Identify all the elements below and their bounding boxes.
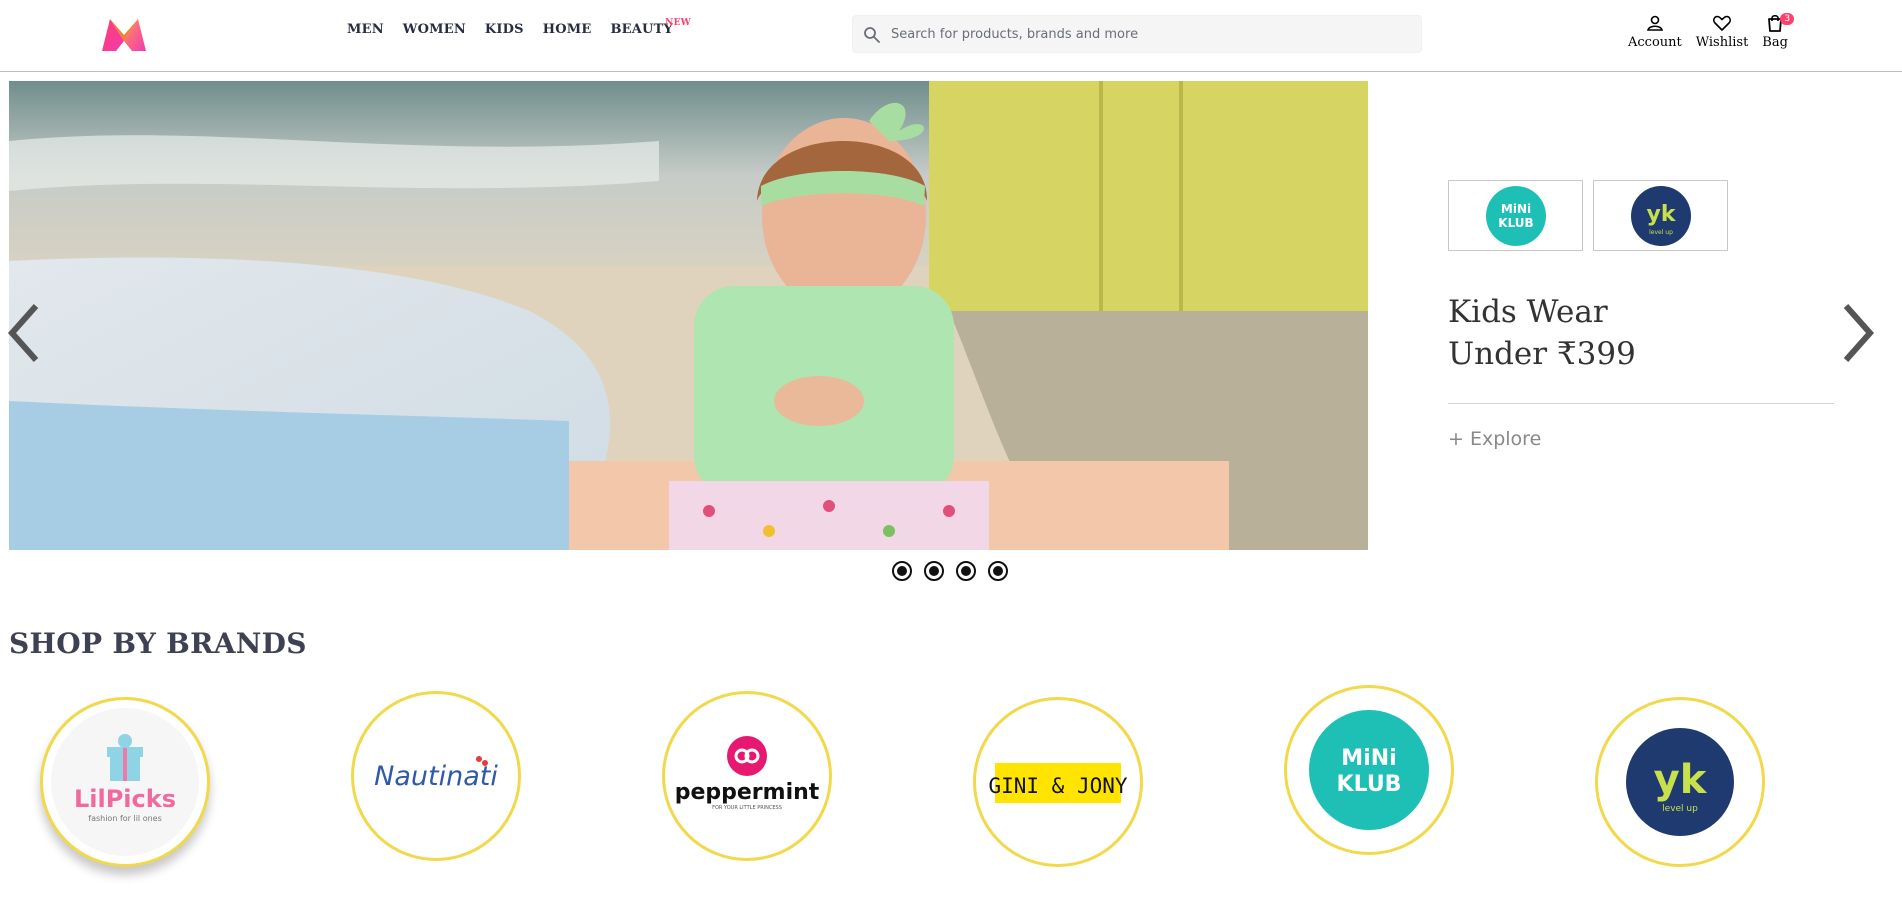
hero-illustration — [9, 81, 1368, 550]
bag-button[interactable]: 3 Bag — [1762, 13, 1795, 50]
brand-3-name: GINI & JONY — [988, 774, 1127, 798]
brand-5-tagline: level up — [1662, 804, 1698, 814]
nav-beauty[interactable]: BEAUTY NEW — [610, 18, 690, 37]
promo-title: Kids Wear Under ₹399 — [1448, 291, 1834, 375]
svg-text:MiNi: MiNi — [1500, 202, 1530, 216]
lilpicks-logo-icon: LilPicks fashion for lil ones — [51, 708, 199, 856]
nav-home[interactable]: HOME — [543, 22, 592, 37]
brand-1-name: Nautinati — [374, 761, 498, 792]
mini-klub-logo-icon: MiNi KLUB — [1485, 185, 1546, 246]
header-actions: Account Wishlist 3 Bag — [1628, 13, 1802, 50]
carousel-prev-arrow-icon[interactable] — [4, 298, 44, 368]
brand-list: LilPicks fashion for lil ones Nautinati … — [0, 685, 1902, 906]
bag-count-badge: 3 — [1780, 13, 1795, 25]
promo-brand-mini-klub[interactable]: MiNi KLUB — [1448, 180, 1583, 251]
promo-title-line1: Kids Wear — [1448, 294, 1608, 330]
brand-gini-jony[interactable]: GINI & JONY — [973, 697, 1143, 867]
search-bar[interactable] — [852, 15, 1422, 53]
search-input[interactable] — [891, 16, 1411, 52]
hero-banner-image[interactable] — [9, 81, 1368, 550]
bag-label: Bag — [1762, 35, 1788, 50]
yk-logo-icon: yk level up — [1630, 185, 1691, 246]
carousel-dot[interactable] — [924, 561, 944, 581]
carousel-dot[interactable] — [956, 561, 976, 581]
brand-mini-klub[interactable]: MiNi KLUB — [1284, 685, 1454, 855]
myntra-logo-icon[interactable] — [100, 17, 148, 53]
user-icon — [1646, 15, 1663, 31]
carousel-next-arrow-icon[interactable] — [1838, 298, 1878, 368]
peppermint-logo-icon: peppermint FOR YOUR LITTLE PRINCESS — [675, 736, 820, 811]
svg-text:KLUB: KLUB — [1498, 216, 1533, 230]
brand-2-tagline: FOR YOUR LITTLE PRINCESS — [712, 805, 782, 811]
carousel-dot[interactable] — [988, 561, 1008, 581]
yk-logo-icon: yk level up — [1626, 728, 1734, 836]
promo-title-line2: Under ₹399 — [1448, 336, 1636, 372]
gini-jony-logo-icon: GINI & JONY — [988, 763, 1128, 803]
account-button[interactable]: Account — [1628, 13, 1682, 50]
section-title: SHOP BY BRANDS — [9, 627, 307, 660]
brand-nautinati[interactable]: Nautinati — [351, 691, 521, 861]
svg-text:yk: yk — [1646, 202, 1676, 227]
promo-divider — [1448, 403, 1834, 404]
new-badge: NEW — [665, 18, 691, 28]
brand-2-name: peppermint — [675, 780, 820, 805]
explore-link[interactable]: + Explore — [1448, 428, 1834, 450]
brand-0-name: LilPicks — [74, 785, 176, 813]
carousel-dots — [892, 561, 1008, 581]
nautinati-logo-icon: Nautinati — [374, 756, 498, 792]
brand-lilpicks[interactable]: LilPicks fashion for lil ones — [40, 697, 210, 867]
promo-brand-thumbs: MiNi KLUB yk level up — [1448, 180, 1834, 251]
promo-brand-yk[interactable]: yk level up — [1593, 180, 1728, 251]
carousel-dot[interactable] — [892, 561, 912, 581]
main-nav: MEN WOMEN KIDS HOME BEAUTY NEW — [347, 18, 691, 37]
brand-yk[interactable]: yk level up — [1595, 697, 1765, 867]
nav-kids[interactable]: KIDS — [485, 22, 524, 37]
svg-text:KLUB: KLUB — [1337, 772, 1402, 797]
svg-text:level up: level up — [1649, 229, 1673, 236]
svg-text:MiNi: MiNi — [1341, 746, 1396, 771]
nav-beauty-label[interactable]: BEAUTY — [610, 22, 672, 37]
nav-women[interactable]: WOMEN — [403, 22, 466, 37]
heart-icon — [1713, 15, 1732, 31]
wishlist-label: Wishlist — [1695, 35, 1749, 50]
hero-promo-panel: MiNi KLUB yk level up Kids Wear Under ₹3… — [1448, 180, 1834, 450]
account-label: Account — [1628, 35, 1682, 50]
brand-peppermint[interactable]: peppermint FOR YOUR LITTLE PRINCESS — [662, 691, 832, 861]
mini-klub-logo-icon: MiNi KLUB — [1309, 710, 1429, 830]
wishlist-button[interactable]: Wishlist — [1695, 13, 1749, 50]
brand-5-name: yk — [1654, 757, 1708, 803]
search-icon — [864, 27, 880, 43]
nav-men[interactable]: MEN — [347, 22, 384, 37]
brand-0-tagline: fashion for lil ones — [88, 814, 162, 823]
site-header: MEN WOMEN KIDS HOME BEAUTYNEW Account Wi… — [0, 0, 1902, 72]
